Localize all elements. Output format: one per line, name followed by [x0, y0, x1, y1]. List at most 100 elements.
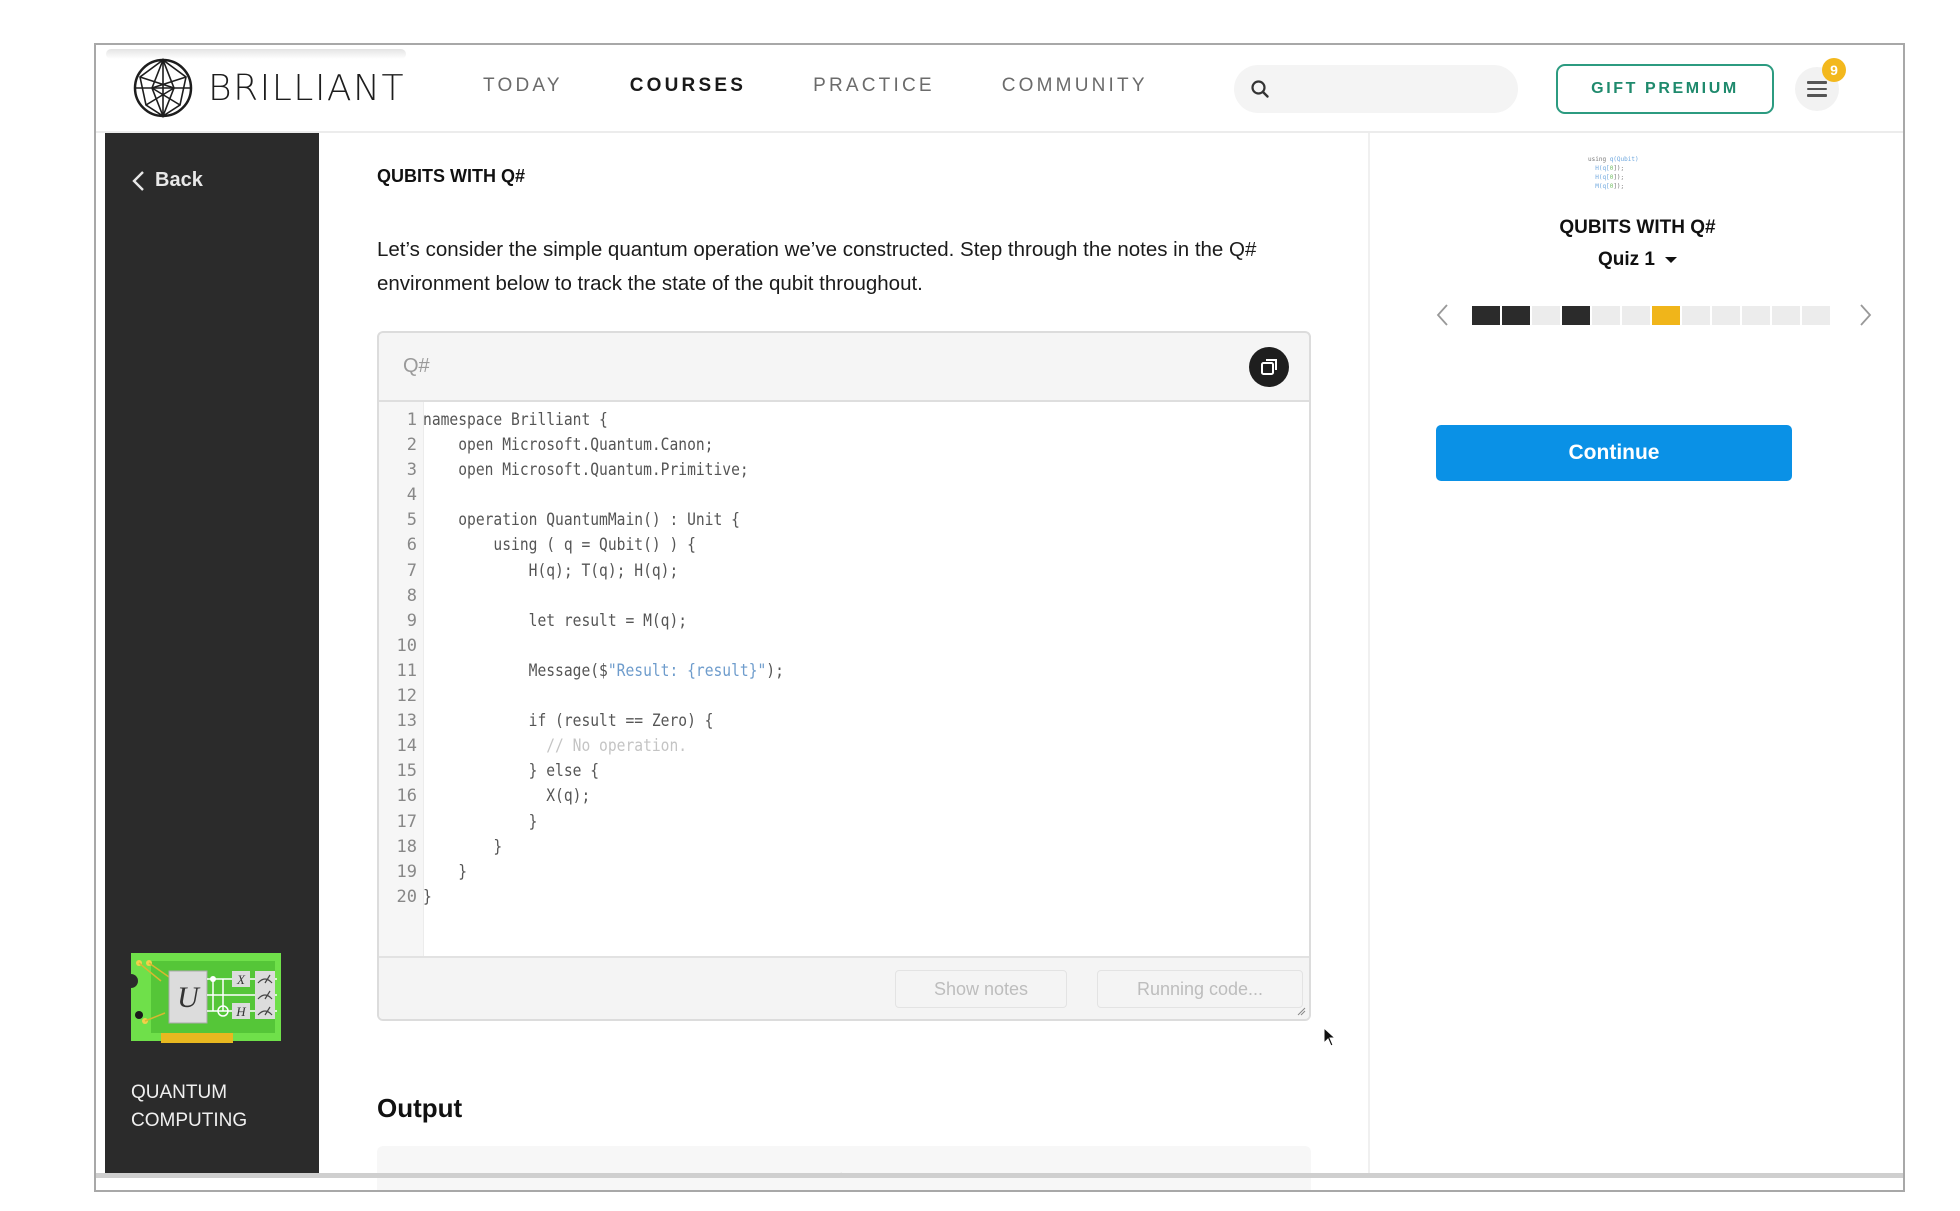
line-code: X(q); — [417, 784, 590, 809]
line-code: } — [417, 835, 502, 860]
horizontal-scrollbar[interactable] — [96, 1173, 1903, 1178]
line-number: 16 — [396, 786, 417, 807]
nav-community[interactable]: COMMUNITY — [1002, 75, 1148, 97]
progress-segment-2[interactable] — [1502, 305, 1530, 325]
line-number: 20 — [396, 886, 417, 907]
next-step-button[interactable] — [1856, 301, 1876, 329]
progress-segment-4[interactable] — [1562, 305, 1590, 325]
progress-segment-10[interactable] — [1742, 305, 1770, 325]
line-number: 19 — [396, 861, 417, 882]
code-token: } — [423, 886, 432, 907]
thumbnail-line: M(q[0]); — [1588, 183, 1625, 190]
quiz-panel: using q(Qubit) H(q[0]); H(q[0]); M(q[0])… — [1370, 133, 1903, 1178]
gift-premium-button[interactable]: GIFT PREMIUM — [1556, 64, 1774, 114]
thumbnail-line: using q(Qubit) — [1588, 156, 1639, 163]
code-token: } else { — [423, 761, 600, 782]
line-code: } else { — [417, 759, 599, 784]
progress-segment-6[interactable] — [1622, 305, 1650, 325]
brand-logo[interactable]: BRILLIANT — [132, 57, 405, 119]
code-token: Message($ — [423, 660, 608, 681]
code-token: let result = M(q); — [423, 610, 688, 631]
browser-frame: BRILLIANT TODAY COURSES PRACTICE COMMUNI… — [94, 43, 1905, 1192]
chevron-left-icon — [1436, 304, 1448, 326]
progress-segment-5[interactable] — [1592, 305, 1620, 325]
line-number: 8 — [406, 585, 417, 606]
search-box[interactable] — [1234, 65, 1518, 113]
nav-practice[interactable]: PRACTICE — [813, 75, 935, 97]
quiz-course-title: QUBITS WITH Q# — [1559, 217, 1716, 238]
code-token: operation QuantumMain() : Unit { — [423, 510, 740, 531]
code-line: 1 namespace Brilliant { — [379, 408, 844, 433]
code-line: 11 Message($"Result: {result}"); — [379, 659, 844, 684]
top-navigation-bar: BRILLIANT TODAY COURSES PRACTICE COMMUNI… — [96, 45, 1903, 133]
nav-courses[interactable]: COURSES — [630, 75, 746, 97]
continue-button[interactable]: Continue — [1436, 425, 1792, 481]
thumbnail-line: H(q[0]); — [1588, 165, 1625, 172]
show-notes-button[interactable]: Show notes — [895, 970, 1067, 1008]
run-code-button[interactable]: Running code... — [1097, 970, 1303, 1008]
quiz-selector-label: Quiz 1 — [1597, 249, 1655, 270]
expand-editor-button[interactable] — [1249, 347, 1289, 387]
quiz-progress — [1432, 301, 1876, 329]
progress-segment-11[interactable] — [1772, 305, 1800, 325]
code-line: 19 } — [379, 860, 844, 885]
line-number: 9 — [406, 610, 417, 631]
previous-step-button[interactable] — [1432, 301, 1452, 329]
resize-handle-icon[interactable] — [1296, 1006, 1306, 1016]
course-name[interactable]: QUANTUM COMPUTING — [131, 1079, 247, 1135]
code-token: } — [423, 836, 503, 857]
line-code: } — [417, 810, 538, 835]
code-line: 9 let result = M(q); — [379, 609, 844, 634]
search-input[interactable] — [1280, 80, 1500, 98]
line-number: 18 — [396, 836, 417, 857]
code-line: 20} — [379, 885, 844, 910]
line-number: 14 — [396, 736, 417, 757]
code-line: 8 — [379, 584, 844, 609]
code-line: 16 X(q); — [379, 784, 844, 809]
progress-segment-1[interactable] — [1472, 305, 1500, 325]
lesson-content: QUBITS WITH Q# Let’s consider the simple… — [377, 133, 1367, 1190]
line-code: namespace Brilliant { — [417, 408, 608, 433]
brilliant-logo-icon — [133, 57, 193, 119]
line-code: Message($"Result: {result}"); — [417, 659, 784, 684]
main-nav: TODAY COURSES PRACTICE COMMUNITY — [483, 75, 1215, 97]
caret-down-icon — [1665, 256, 1677, 263]
nav-today[interactable]: TODAY — [483, 75, 563, 97]
code-line: 12 — [379, 684, 844, 709]
code-line: 10 — [379, 634, 844, 659]
progress-segment-8[interactable] — [1682, 305, 1710, 325]
line-number: 17 — [396, 811, 417, 832]
progress-segment-3[interactable] — [1532, 305, 1560, 325]
code-line: 7 H(q); T(q); H(q); — [379, 559, 844, 584]
expand-icon — [1261, 359, 1277, 375]
line-code: H(q); T(q); H(q); — [417, 559, 679, 584]
code-line: 14 // No operation. — [379, 734, 844, 759]
progress-segment-9[interactable] — [1712, 305, 1740, 325]
code-line: 2 open Microsoft.Quantum.Canon; — [379, 433, 844, 458]
line-code: let result = M(q); — [417, 609, 687, 634]
line-number: 6 — [406, 535, 417, 556]
code-area[interactable]: 1 namespace Brilliant {2 open Microsoft.Q… — [379, 402, 1309, 958]
line-code: } — [417, 860, 467, 885]
code-lines: 1 namespace Brilliant {2 open Microsoft.Q… — [379, 408, 844, 910]
x-gate-label: X — [236, 972, 246, 987]
lesson-thumbnail: using q(Qubit) H(q[0]); H(q[0]); M(q[0])… — [1588, 155, 1639, 191]
progress-segment-7[interactable] — [1652, 305, 1680, 325]
code-token: X(q); — [423, 786, 591, 807]
line-number: 13 — [396, 711, 417, 732]
line-code: open Microsoft.Quantum.Primitive; — [417, 458, 748, 483]
editor-footer: Show notes Running code... — [379, 956, 1309, 1019]
code-comment: // No operation. — [423, 736, 688, 757]
course-sidebar: Back U X H QUANTUM COMPUTING — [105, 133, 319, 1178]
quiz-selector[interactable]: Quiz 1 — [1370, 249, 1903, 271]
course-name-line-2: COMPUTING — [131, 1110, 248, 1131]
progress-segment-12[interactable] — [1802, 305, 1830, 325]
code-token: using ( q = Qubit() ) { — [423, 535, 696, 556]
string-literal: "Result: {result}" — [607, 660, 767, 681]
code-line: 6 using ( q = Qubit() ) { — [379, 533, 844, 558]
code-line: 13 if (result == Zero) { — [379, 709, 844, 734]
back-button[interactable]: Back — [131, 169, 203, 192]
